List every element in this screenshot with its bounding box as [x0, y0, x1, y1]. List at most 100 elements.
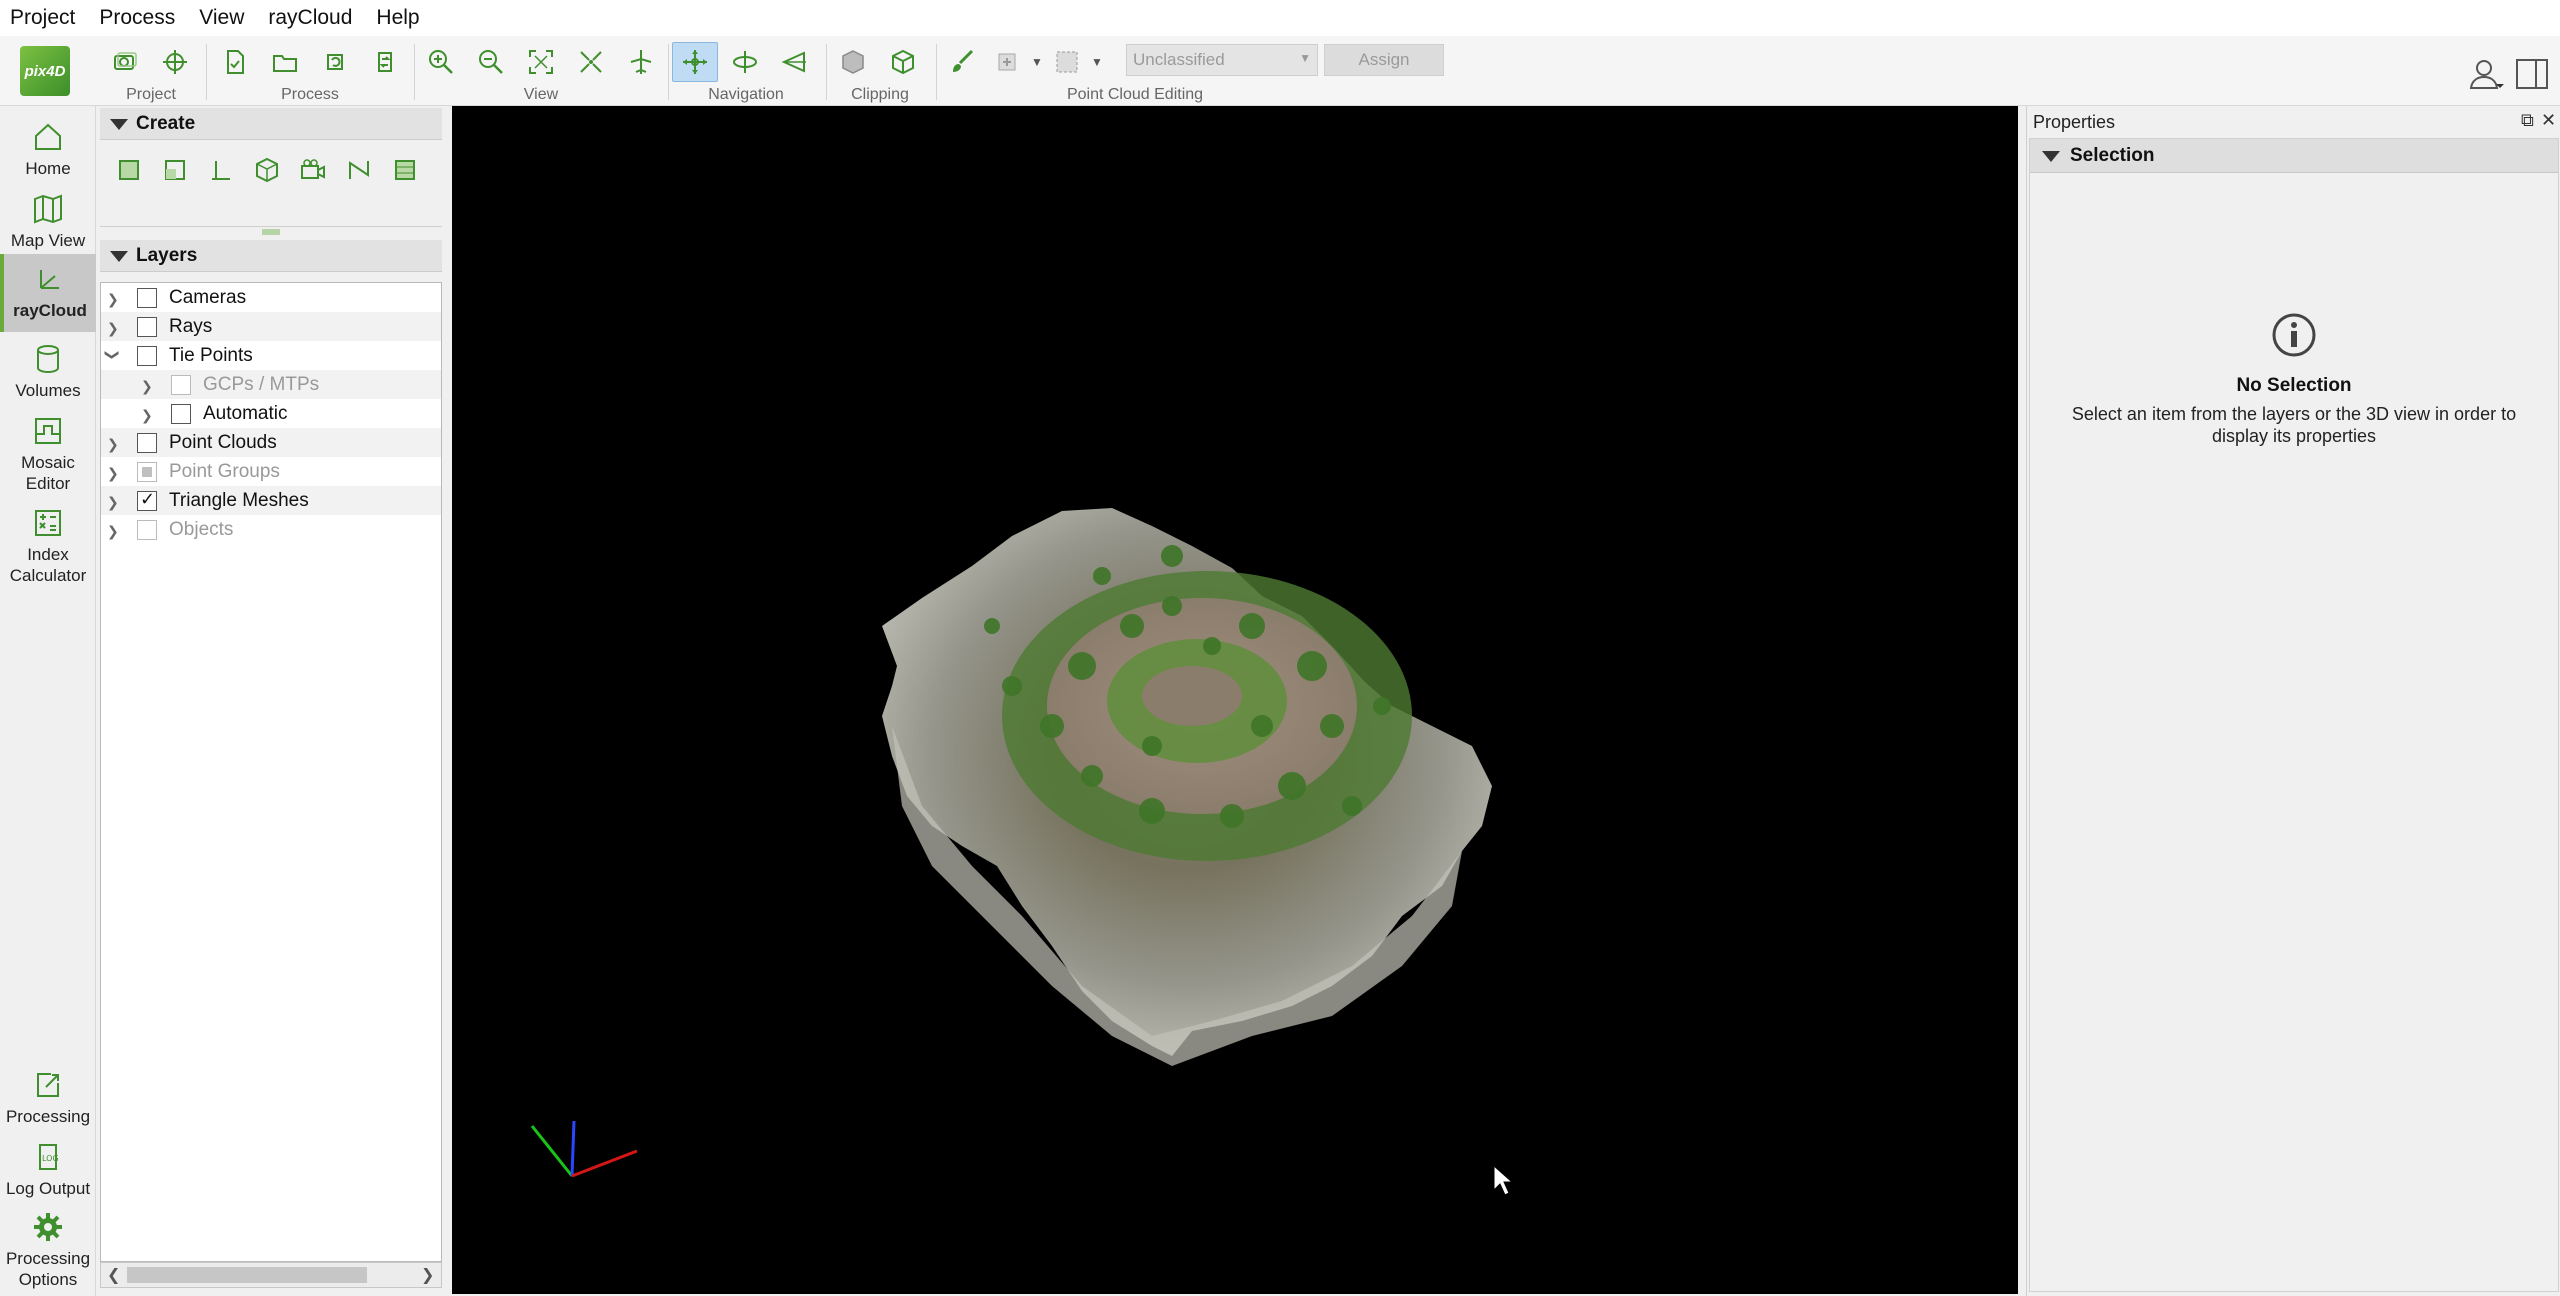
brush-icon: [953, 49, 974, 72]
create-polyline-button[interactable]: [198, 150, 244, 190]
polyline-icon: [212, 161, 230, 180]
new-file-button[interactable]: [212, 42, 258, 82]
create-volume-button[interactable]: [244, 150, 290, 190]
create-section-header[interactable]: Create: [100, 108, 442, 140]
menu-raycloud[interactable]: rayCloud: [264, 6, 364, 30]
toolbar-label-clipping: Clipping: [851, 86, 909, 103]
perspective-navigation-button[interactable]: [772, 42, 818, 82]
layers-horizontal-scrollbar[interactable]: ❮ ❯: [100, 1262, 442, 1288]
menu-view[interactable]: View: [195, 6, 256, 30]
layer-checkbox[interactable]: [137, 519, 157, 540]
layer-checkbox[interactable]: [137, 461, 157, 482]
layers-section-header[interactable]: Layers: [100, 240, 442, 272]
scroll-right-icon[interactable]: ❯: [421, 1265, 434, 1285]
chevron-right-icon[interactable]: ❯: [107, 320, 121, 336]
flight-view-button[interactable]: [618, 42, 664, 82]
nav-map-view[interactable]: Map View: [0, 192, 96, 251]
chevron-down-icon[interactable]: ❯: [105, 349, 121, 363]
nav-home[interactable]: Home: [0, 120, 96, 179]
chevron-right-icon[interactable]: ❯: [107, 494, 121, 510]
toolbar-divider: [936, 44, 937, 100]
nav-raycloud[interactable]: rayCloud: [0, 254, 96, 332]
layer-row-point-clouds[interactable]: ❯ Point Clouds: [101, 428, 441, 457]
selection-section-header[interactable]: Selection: [2030, 139, 2558, 173]
layer-row-objects[interactable]: ❯ Objects: [101, 515, 441, 544]
nav-index-calculator[interactable]: Index Calculator: [0, 506, 96, 586]
sync-button[interactable]: [362, 42, 408, 82]
layer-checkbox[interactable]: [137, 287, 157, 308]
trackball-navigation-button[interactable]: [672, 42, 718, 82]
create-line-button[interactable]: [336, 150, 382, 190]
layer-row-triangle-meshes[interactable]: ❯ Triangle Meshes: [101, 486, 441, 515]
add-point-button[interactable]: [990, 42, 1024, 82]
gcp-manager-button[interactable]: [152, 42, 198, 82]
zoom-out-button[interactable]: [468, 42, 514, 82]
toolbar-group-project: Project: [102, 38, 200, 104]
chevron-down-icon[interactable]: ▼: [1028, 42, 1046, 82]
chevron-right-icon[interactable]: ❯: [107, 465, 121, 481]
first-person-navigation-button[interactable]: [722, 42, 768, 82]
new-project-button[interactable]: [102, 42, 148, 82]
terrain-mesh[interactable]: [882, 508, 1492, 1066]
create-region-button[interactable]: [382, 150, 428, 190]
class-select[interactable]: Unclassified ▼: [1126, 44, 1318, 76]
reprocess-button[interactable]: [312, 42, 358, 82]
create-camera-button[interactable]: [290, 150, 336, 190]
create-surface-button[interactable]: [152, 150, 198, 190]
layer-checkbox[interactable]: [137, 345, 157, 366]
splitter-grip[interactable]: [262, 229, 280, 235]
assign-button[interactable]: Assign: [1324, 44, 1444, 76]
user-account-icon[interactable]: [2466, 54, 2506, 94]
nav-volumes[interactable]: Volumes: [0, 342, 96, 401]
perspective-icon: [781, 51, 806, 73]
cylinder-icon: [37, 345, 59, 374]
layer-row-tie-points[interactable]: ❯ Tie Points: [101, 341, 441, 370]
nav-mosaic-editor[interactable]: Mosaic Editor: [0, 414, 96, 494]
zoom-extent-button[interactable]: [518, 42, 564, 82]
layer-checkbox[interactable]: [171, 403, 191, 424]
chevron-right-icon[interactable]: ❯: [141, 407, 155, 423]
layer-row-point-groups[interactable]: ❯ Point Groups: [101, 457, 441, 486]
layer-row-gcps-mtps[interactable]: ❯ GCPs / MTPs: [101, 370, 441, 399]
layer-checkbox[interactable]: [137, 316, 157, 337]
panel-splitter[interactable]: [100, 226, 442, 235]
create-tools: [106, 150, 428, 190]
refresh-icon: [327, 54, 343, 70]
raycloud-3d-view[interactable]: [452, 106, 2018, 1294]
close-icon[interactable]: ✕: [2541, 110, 2556, 131]
chevron-right-icon[interactable]: ❯: [107, 436, 121, 452]
menu-process[interactable]: Process: [95, 6, 187, 30]
open-folder-button[interactable]: [262, 42, 308, 82]
raycloud-axes-icon: [40, 270, 59, 289]
zoom-selection-button[interactable]: [568, 42, 614, 82]
layer-label: Triangle Meshes: [169, 489, 309, 511]
menu-help[interactable]: Help: [372, 6, 431, 30]
layer-checkbox[interactable]: [137, 489, 157, 511]
float-panel-icon[interactable]: ⧉: [2521, 110, 2534, 131]
layer-row-cameras[interactable]: ❯ Cameras: [101, 283, 441, 312]
create-polygon-button[interactable]: [106, 150, 152, 190]
edit-densified-button[interactable]: [940, 42, 986, 82]
clipping-edit-button[interactable]: [880, 42, 926, 82]
zoom-in-button[interactable]: [418, 42, 464, 82]
layer-row-automatic[interactable]: ❯ Automatic: [101, 399, 441, 428]
layer-checkbox[interactable]: [171, 374, 191, 395]
clipping-box-button[interactable]: [830, 42, 876, 82]
menu-project[interactable]: Project: [6, 6, 87, 30]
nav-processing[interactable]: Processing: [0, 1068, 96, 1127]
expand-icon: [529, 50, 553, 74]
chevron-right-icon[interactable]: ❯: [141, 378, 155, 394]
chevron-right-icon[interactable]: ❯: [107, 523, 121, 539]
nav-log-output[interactable]: LOG Log Output: [0, 1140, 96, 1199]
selection-mode-button[interactable]: [1050, 42, 1084, 82]
document-check-icon: [227, 50, 244, 74]
chevron-right-icon[interactable]: ❯: [107, 291, 121, 307]
layer-checkbox[interactable]: [137, 432, 157, 453]
chevron-down-icon[interactable]: ▼: [1088, 42, 1106, 82]
scrollbar-thumb[interactable]: [127, 1267, 367, 1283]
mouse-cursor-icon: [1493, 1164, 1514, 1196]
panel-layout-icon[interactable]: [2512, 54, 2552, 94]
nav-processing-options[interactable]: Processing Options: [0, 1210, 96, 1290]
scroll-left-icon[interactable]: ❮: [107, 1265, 120, 1285]
layer-row-rays[interactable]: ❯ Rays: [101, 312, 441, 341]
